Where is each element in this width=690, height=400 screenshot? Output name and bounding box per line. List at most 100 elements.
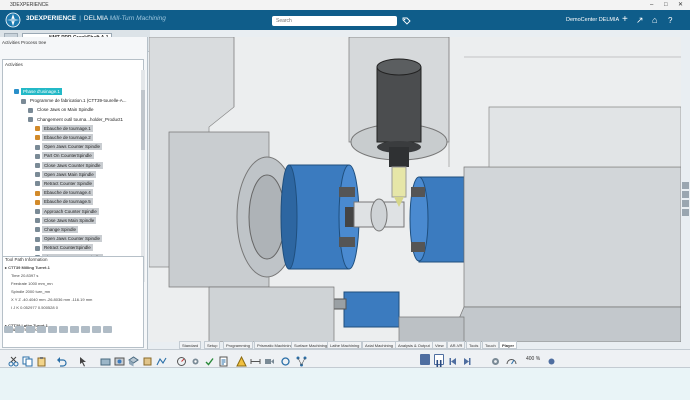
turret-header[interactable]: ▸ CTT39 Milling Turret.1 <box>5 265 50 270</box>
tree-node-icon <box>14 89 19 95</box>
sim-tool-icon[interactable] <box>81 326 90 333</box>
side-tool-icon[interactable] <box>682 191 689 198</box>
tree-item[interactable]: Ebauche de tournage.4 <box>35 189 93 197</box>
tree-node-icon <box>35 153 40 159</box>
setup-icon[interactable] <box>100 354 111 366</box>
user-name[interactable]: DemoCenter DELMIA <box>566 17 619 23</box>
step-forward-button[interactable] <box>462 354 472 365</box>
tree-item[interactable]: Open Jaws Counter Spindle <box>35 235 103 243</box>
tree-item[interactable]: Retract CounterSpindle <box>35 244 93 252</box>
compass-icon[interactable] <box>4 12 22 28</box>
side-tool-icon[interactable] <box>682 182 689 189</box>
undo-icon[interactable] <box>56 354 67 367</box>
tree-item-label: Ebauche de tournage.4 <box>42 189 93 197</box>
tree-item[interactable]: Programme de fabrication.1 (CTT39-tourel… <box>21 97 129 104</box>
tree-item[interactable]: Part On CounterSpindle <box>35 152 94 160</box>
tree-item-label: Retract Counter Spindle <box>42 180 95 187</box>
copy-icon[interactable] <box>22 354 33 367</box>
minimize-button[interactable]: – <box>650 0 653 10</box>
analysis-icon[interactable] <box>176 354 187 366</box>
tree-item[interactable]: Phase d'usinage.1 <box>14 88 62 95</box>
sim-tool-icon[interactable] <box>48 326 57 333</box>
step-back-button[interactable] <box>448 354 458 365</box>
machine-scene <box>149 37 681 342</box>
tree-item[interactable]: Ebauche de tournage.1 <box>35 124 93 132</box>
tree-item[interactable]: Changement outil tourna...holder_Product… <box>28 116 125 123</box>
tool-path-value: X Y Z -40.4040 mm -26.8036 mm -116.19 mm <box>11 297 93 302</box>
tree-node-icon <box>35 227 40 233</box>
cut-icon[interactable] <box>8 354 19 367</box>
tree-scrollbar[interactable] <box>141 70 145 282</box>
tree-node-icon <box>35 218 40 224</box>
video-icon[interactable] <box>264 354 275 365</box>
tree-item[interactable]: Open Jaws Counter Spindle <box>35 143 103 151</box>
sim-settings-icon[interactable] <box>490 354 501 365</box>
help-icon[interactable]: ? <box>668 15 672 27</box>
paste-icon[interactable] <box>36 354 47 367</box>
workbench-tab[interactable]: AR-VR <box>447 341 466 349</box>
side-tool-icon[interactable] <box>682 209 689 216</box>
tool-path-info-label: Tool Path Information <box>5 257 48 262</box>
select-icon[interactable] <box>78 354 89 367</box>
settings-icon[interactable] <box>280 354 291 366</box>
sim-tool-icon[interactable] <box>103 326 112 333</box>
sim-tool-icon[interactable] <box>15 326 24 333</box>
tree-item[interactable]: Close Jaws Main Spindle <box>35 216 97 224</box>
gear-icon[interactable] <box>190 354 201 365</box>
tree-item[interactable]: Close Jaws Counter Spindle <box>35 161 103 169</box>
workbench-tab[interactable]: Programming <box>223 341 254 349</box>
machine-icon[interactable] <box>114 354 125 366</box>
sim-tool-icon[interactable] <box>59 326 68 333</box>
workbench-tab[interactable]: Tools <box>466 341 482 349</box>
tool-path-info-panel: Tool Path Information ▸ CTT39 Milling Tu… <box>2 256 144 348</box>
brand-company: DELMIA <box>83 15 108 22</box>
workbench-tab[interactable]: Lathe Machining <box>327 341 363 349</box>
workbench-tab[interactable]: View <box>432 341 447 349</box>
record-icon[interactable] <box>546 354 557 365</box>
tree-item-label: Open Jaws Main Spindle <box>42 170 96 178</box>
speed-icon[interactable] <box>506 354 517 365</box>
stop-button[interactable] <box>420 354 430 365</box>
pause-button[interactable] <box>434 354 444 367</box>
sim-tool-icon[interactable] <box>26 326 35 333</box>
tree-item[interactable]: Approach Counter Spindle <box>35 207 99 215</box>
search-input[interactable] <box>272 16 397 26</box>
plus-icon[interactable]: + <box>622 14 628 26</box>
workbench-tab[interactable]: Analysis & Output <box>395 341 433 349</box>
stock-icon[interactable] <box>142 354 153 366</box>
tree-item[interactable]: Open Jaws Main Spindle <box>35 170 96 178</box>
tool-path-icon[interactable] <box>156 354 167 366</box>
distance-icon[interactable] <box>250 354 261 365</box>
tag-icon[interactable] <box>402 17 411 25</box>
sim-tool-icon[interactable] <box>37 326 46 333</box>
sim-tool-icon[interactable] <box>70 326 79 333</box>
sim-tool-icon[interactable] <box>4 326 13 333</box>
tree-item-label: Close Jaws on Main Spindle <box>37 107 94 113</box>
tree-node-icon <box>35 236 40 242</box>
side-tool-icon[interactable] <box>682 200 689 207</box>
sim-tool-icon[interactable] <box>92 326 101 333</box>
workbench-tab[interactable]: Surface Machining <box>291 341 331 349</box>
tree-item[interactable]: Change Spindle <box>35 226 79 233</box>
home-icon[interactable]: ⌂ <box>652 14 657 26</box>
workbench-tab[interactable]: Prismatic Machining <box>254 341 296 349</box>
workbench-tab[interactable]: Axial Machining <box>362 341 397 349</box>
collision-icon[interactable] <box>236 354 247 367</box>
3d-viewport[interactable] <box>149 37 681 342</box>
workbench-tab[interactable]: Player <box>499 341 518 349</box>
workbench-tab[interactable]: Standard <box>179 341 202 349</box>
tree-item[interactable]: Retract Counter Spindle <box>35 180 95 187</box>
part-icon[interactable] <box>128 354 139 367</box>
output-icon[interactable] <box>218 354 229 367</box>
close-button[interactable]: ✕ <box>678 0 683 10</box>
maximize-button[interactable]: □ <box>664 0 668 10</box>
workbench-tab[interactable]: Setup <box>204 341 221 349</box>
tree-item[interactable]: Close Jaws on Main Spindle <box>28 106 96 113</box>
network-icon[interactable] <box>296 354 307 367</box>
tree-item[interactable]: Ebauche de tournage.5 <box>35 198 93 206</box>
tree-item[interactable]: Ebauche de tournage.2 <box>35 134 93 141</box>
share-icon[interactable]: ↗ <box>636 14 644 26</box>
workbench-tab[interactable]: Touch <box>482 341 499 349</box>
check-icon[interactable] <box>204 354 215 366</box>
tree-item-label: Part On CounterSpindle <box>42 152 94 160</box>
